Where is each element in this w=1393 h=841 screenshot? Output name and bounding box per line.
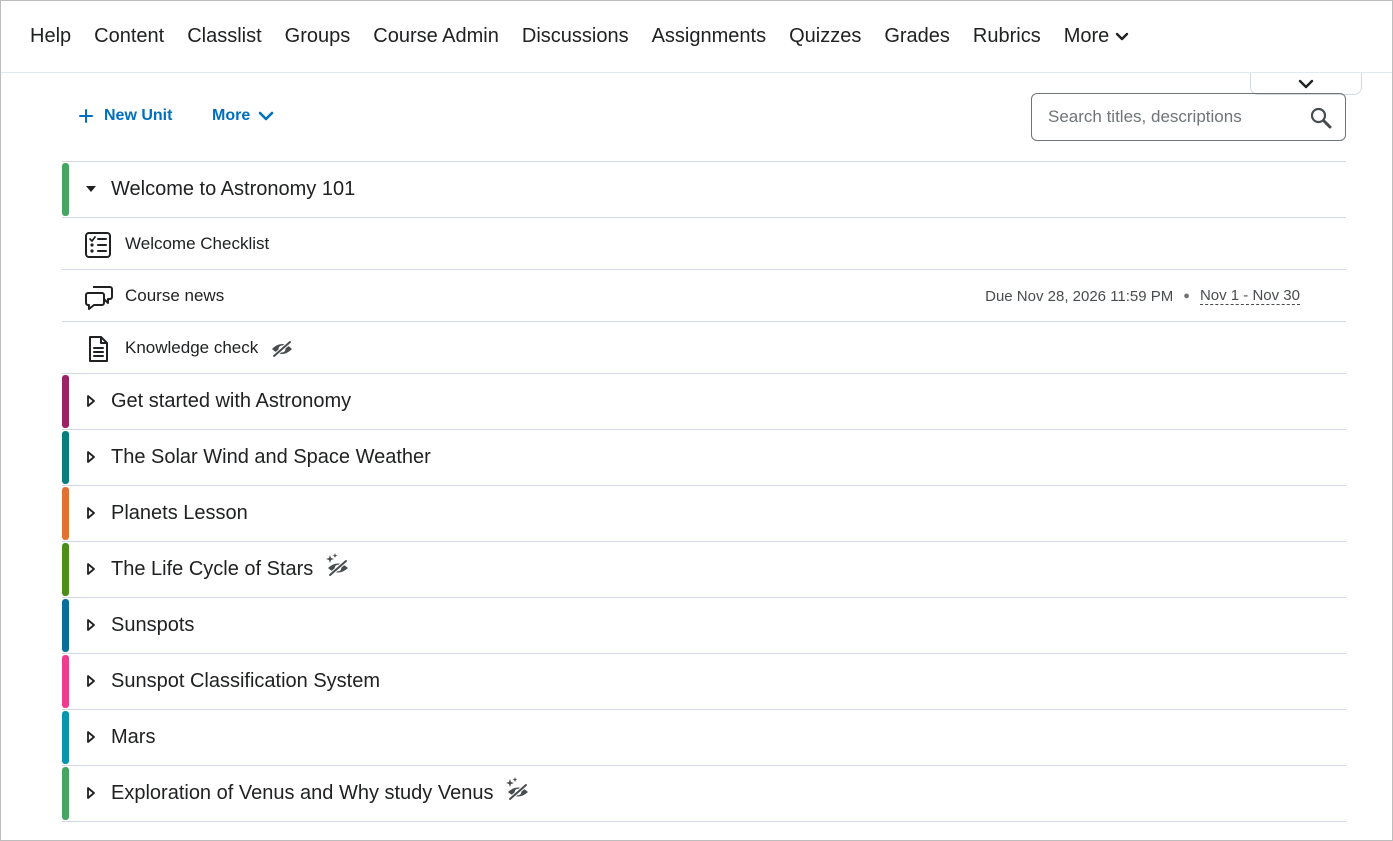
unit-color-bar xyxy=(62,655,69,708)
topic-title[interactable]: Course news xyxy=(125,286,224,306)
nav-help[interactable]: Help xyxy=(30,25,71,48)
unit-color-bar xyxy=(62,163,69,216)
nav-more[interactable]: More xyxy=(1064,25,1130,48)
unit-title[interactable]: Get started with Astronomy xyxy=(111,390,351,413)
triangle-right-icon[interactable] xyxy=(84,618,98,632)
due-date: Due Nov 28, 2026 11:59 PM xyxy=(985,287,1174,305)
topic-title[interactable]: Welcome Checklist xyxy=(125,234,269,254)
unit-row[interactable]: Mars xyxy=(62,710,1346,766)
unit-title[interactable]: Mars xyxy=(111,726,155,749)
nav-assignments[interactable]: Assignments xyxy=(652,25,767,48)
toolbar-more-button[interactable]: More xyxy=(212,102,274,130)
document-icon xyxy=(84,335,112,363)
nav-groups[interactable]: Groups xyxy=(285,25,351,48)
triangle-right-icon[interactable] xyxy=(84,674,98,688)
ai-hidden-icon xyxy=(505,776,529,803)
nav-more-label: More xyxy=(1063,25,1110,47)
nav-grades[interactable]: Grades xyxy=(884,25,950,48)
chevron-down-icon xyxy=(1115,32,1129,42)
unit-row[interactable]: Get started with Astronomy xyxy=(62,374,1346,430)
unit-color-bar xyxy=(62,599,69,652)
unit-title[interactable]: Sunspot Classification System xyxy=(111,670,380,693)
unit-title[interactable]: Sunspots xyxy=(111,614,194,637)
nav-discussions[interactable]: Discussions xyxy=(522,25,629,48)
search-box xyxy=(1031,93,1346,141)
toolbar-more-label: More xyxy=(212,107,251,124)
chevron-down-icon xyxy=(1298,79,1314,89)
unit-color-bar xyxy=(62,487,69,540)
topic-row[interactable]: Course news Due Nov 28, 2026 11:59 PM ● … xyxy=(62,270,1346,322)
topic-row[interactable]: Knowledge check xyxy=(62,322,1346,374)
unit-row[interactable]: Exploration of Venus and Why study Venus xyxy=(62,766,1346,822)
unit-color-bar xyxy=(62,431,69,484)
triangle-right-icon[interactable] xyxy=(84,450,98,464)
unit-title[interactable]: The Solar Wind and Space Weather xyxy=(111,446,431,469)
triangle-right-icon[interactable] xyxy=(84,394,98,408)
checklist-icon xyxy=(84,231,112,259)
nav-course-admin[interactable]: Course Admin xyxy=(373,25,499,48)
unit-title-with-badge[interactable]: The Life Cycle of Stars xyxy=(111,552,349,581)
chevron-down-icon xyxy=(258,111,274,121)
new-unit-button[interactable]: New Unit xyxy=(78,102,172,130)
triangle-right-icon[interactable] xyxy=(84,506,98,520)
unit-color-bar xyxy=(62,711,69,764)
unit-color-bar xyxy=(62,543,69,596)
unit-title-with-badge[interactable]: Exploration of Venus and Why study Venus xyxy=(111,776,529,805)
topic-title: Knowledge check xyxy=(125,337,259,357)
due-info: Due Nov 28, 2026 11:59 PM ● Nov 1 - Nov … xyxy=(985,287,1300,305)
navbar-collapse-toggle[interactable] xyxy=(1250,73,1362,95)
search-icon[interactable] xyxy=(1309,106,1333,130)
plus-icon xyxy=(78,108,94,124)
topic-title-with-badge[interactable]: Knowledge check xyxy=(125,337,294,359)
unit-title: Exploration of Venus and Why study Venus xyxy=(111,782,494,804)
nav-quizzes[interactable]: Quizzes xyxy=(789,25,861,48)
hidden-eye-icon xyxy=(270,337,294,359)
unit-row[interactable]: Welcome to Astronomy 101 xyxy=(62,162,1346,218)
unit-title[interactable]: Welcome to Astronomy 101 xyxy=(111,178,355,201)
unit-color-bar xyxy=(62,767,69,820)
nav-content[interactable]: Content xyxy=(94,25,164,48)
ai-hidden-icon xyxy=(325,552,349,579)
new-unit-label: New Unit xyxy=(104,107,173,124)
separator-dot: ● xyxy=(1183,290,1190,302)
topic-row[interactable]: Welcome Checklist xyxy=(62,218,1346,270)
nav-classlist[interactable]: Classlist xyxy=(187,25,261,48)
search-input[interactable] xyxy=(1048,107,1298,127)
unit-title: The Life Cycle of Stars xyxy=(111,558,314,580)
unit-row[interactable]: Planets Lesson xyxy=(62,486,1346,542)
nav-rubrics[interactable]: Rubrics xyxy=(973,25,1041,48)
triangle-right-icon[interactable] xyxy=(84,730,98,744)
availability-dates[interactable]: Nov 1 - Nov 30 xyxy=(1199,287,1300,305)
content-list: Welcome to Astronomy 101 Welcome Checkli… xyxy=(62,161,1346,822)
triangle-down-icon[interactable] xyxy=(84,182,98,196)
unit-color-bar xyxy=(62,375,69,428)
unit-row[interactable]: Sunspots xyxy=(62,598,1346,654)
discussion-icon xyxy=(84,283,114,311)
unit-row[interactable]: The Solar Wind and Space Weather xyxy=(62,430,1346,486)
unit-row[interactable]: Sunspot Classification System xyxy=(62,654,1346,710)
unit-title[interactable]: Planets Lesson xyxy=(111,502,248,525)
triangle-right-icon[interactable] xyxy=(84,562,98,576)
triangle-right-icon[interactable] xyxy=(84,786,98,800)
course-navbar: Help Content Classlist Groups Course Adm… xyxy=(1,1,1392,73)
unit-row[interactable]: The Life Cycle of Stars xyxy=(62,542,1346,598)
